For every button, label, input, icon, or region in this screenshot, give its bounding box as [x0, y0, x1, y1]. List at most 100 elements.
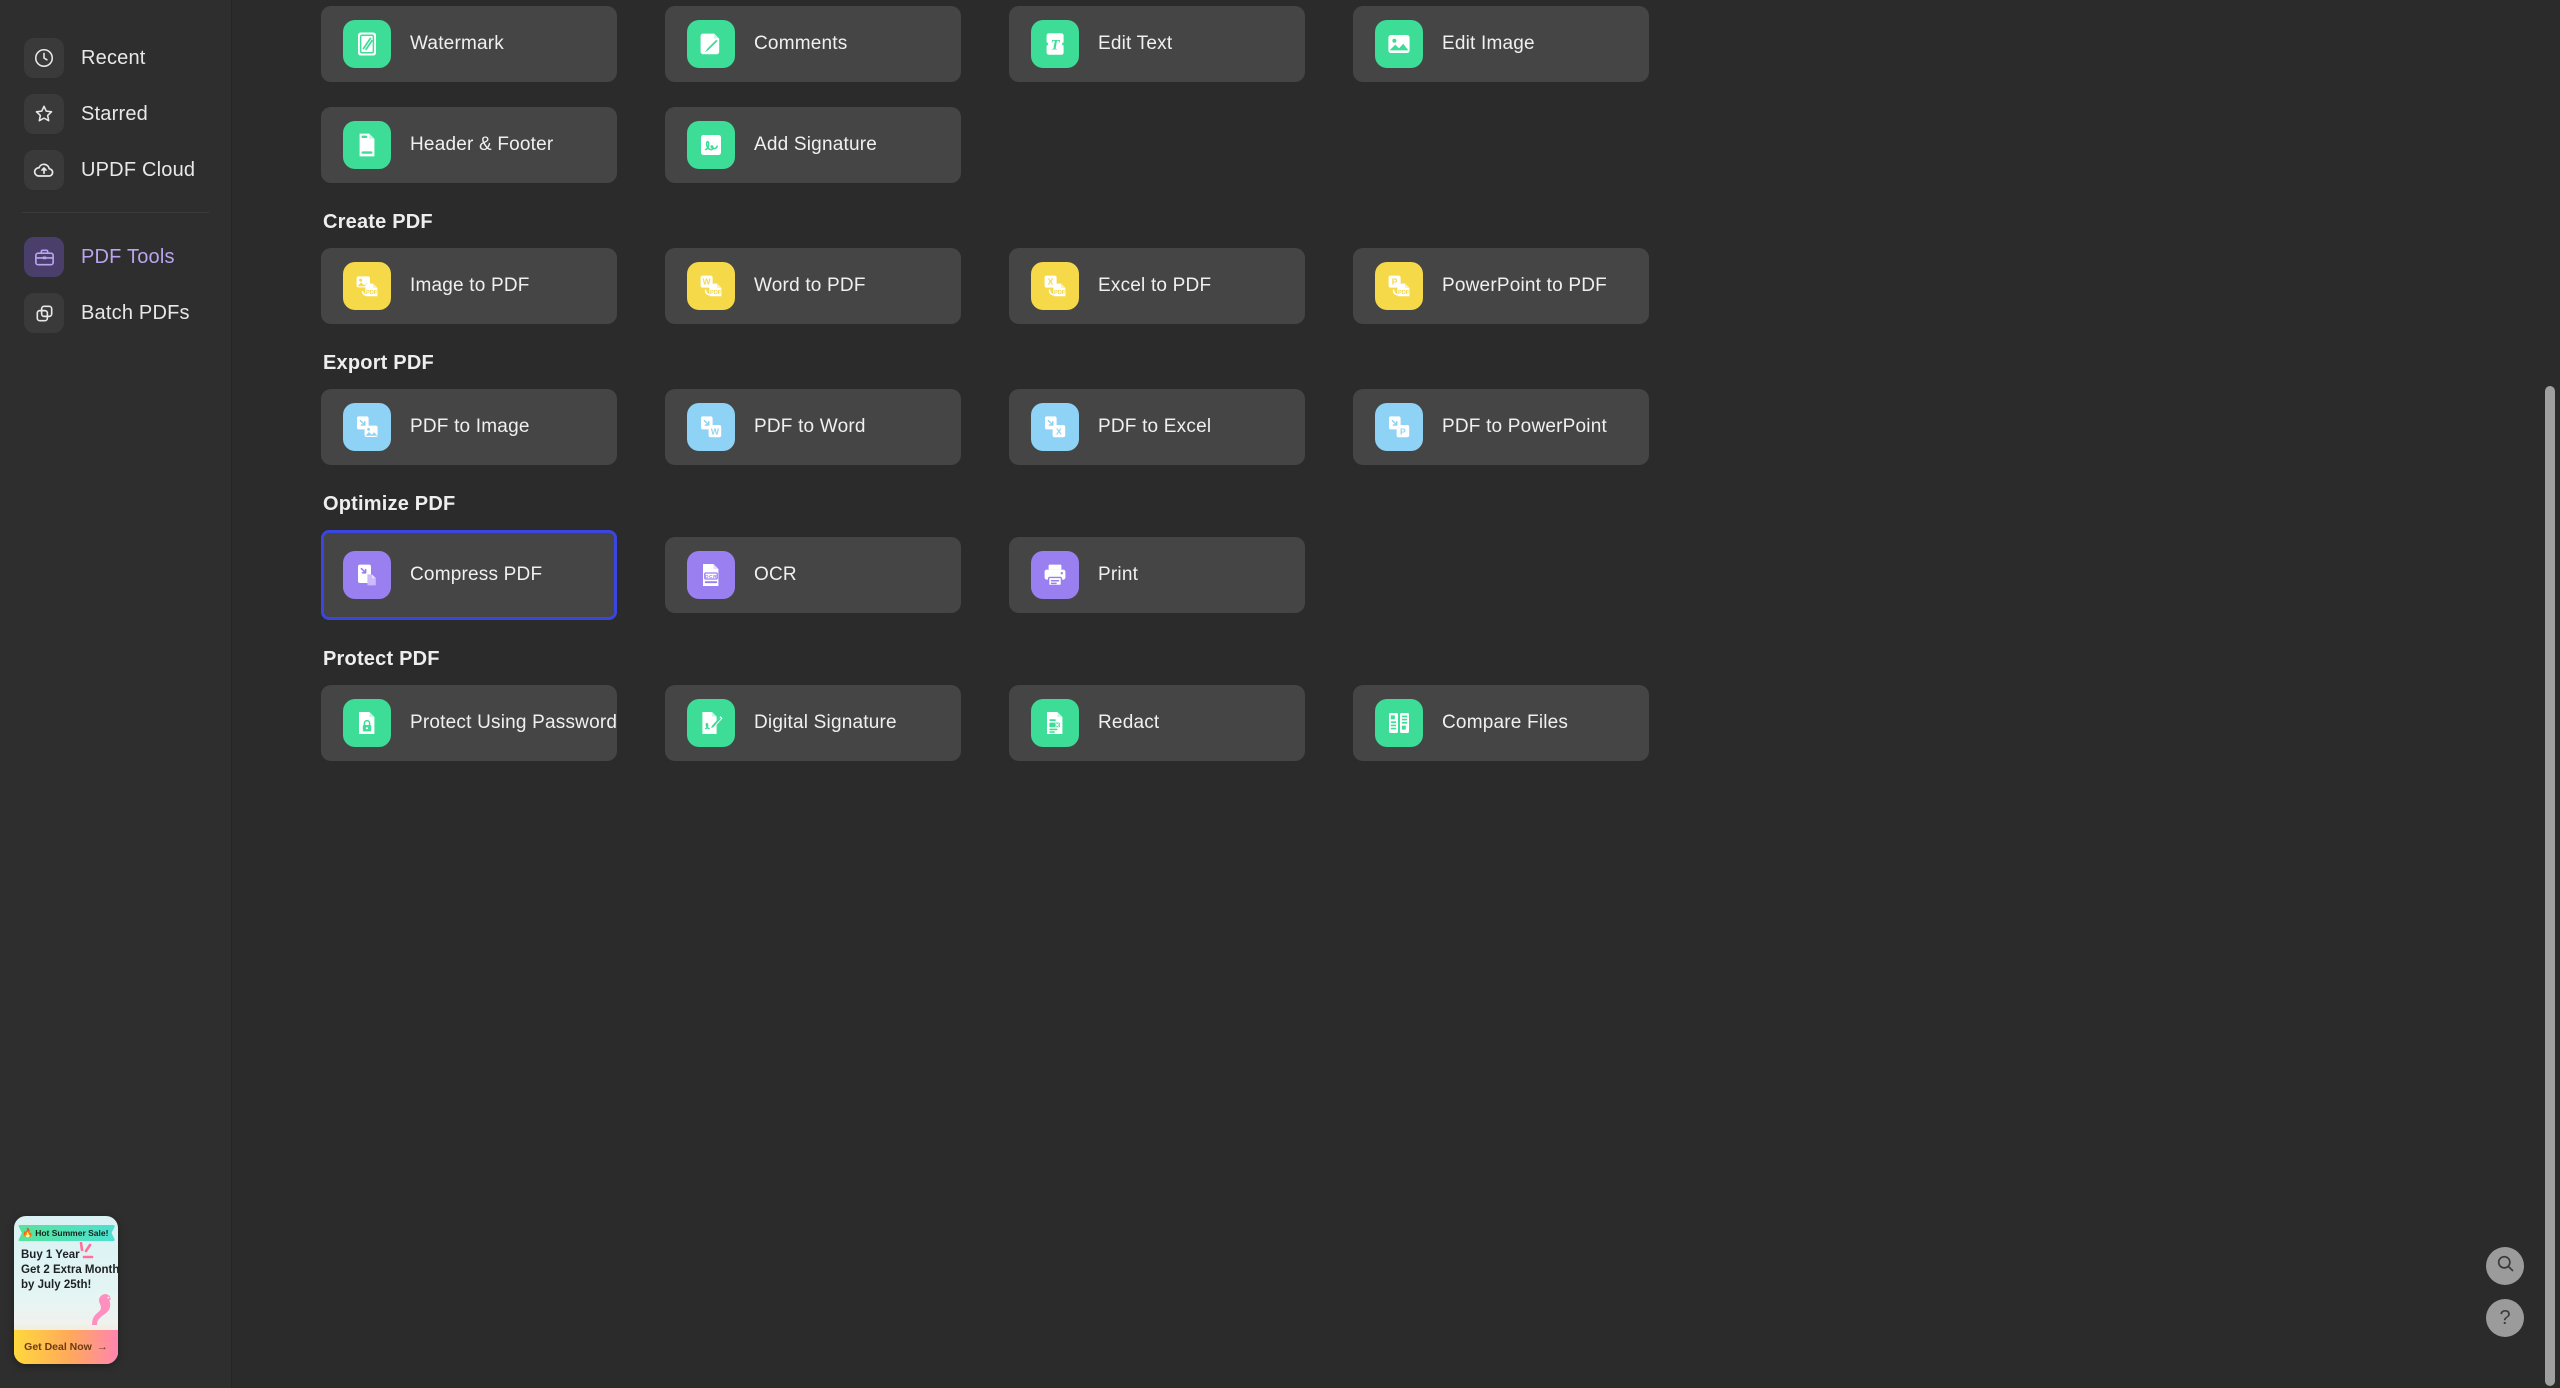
watermark-icon [343, 20, 391, 68]
tool-card-label: OCR [754, 564, 797, 586]
svg-text:PDF: PDF [1398, 290, 1410, 296]
tool-card-word-to-pdf[interactable]: W PDF Word to PDF [665, 248, 961, 324]
scrollbar-thumb[interactable] [2545, 386, 2555, 1386]
tools-grid-optimize-pdf: Compress PDF OCR OCR [321, 530, 2480, 620]
tool-card-digital-signature[interactable]: Digital Signature [665, 685, 961, 761]
tool-card-label: Add Signature [754, 134, 877, 156]
tool-card-label: Protect Using Password [410, 712, 617, 734]
pdf-to-word-icon: W [687, 403, 735, 451]
tool-card-edit-image[interactable]: Edit Image [1353, 6, 1649, 82]
promo-cta-button[interactable]: Get Deal Now → [14, 1330, 118, 1364]
svg-text:P: P [1392, 276, 1398, 286]
image-to-pdf-icon: PDF [343, 262, 391, 310]
svg-text:P: P [1400, 426, 1406, 436]
arrow-right-icon: → [97, 1341, 108, 1353]
tool-card-label: Compress PDF [410, 564, 542, 586]
pdf-to-excel-icon: X [1031, 403, 1079, 451]
tool-card-pdf-to-excel[interactable]: X PDF to Excel [1009, 389, 1305, 465]
tool-card-label: PDF to PowerPoint [1442, 416, 1607, 438]
tool-card-label: Digital Signature [754, 712, 897, 734]
tool-card-protect-using-password[interactable]: Protect Using Password [321, 685, 617, 761]
edit-image-icon [1375, 20, 1423, 68]
tool-card-pdf-to-word[interactable]: W PDF to Word [665, 389, 961, 465]
layers-icon [24, 293, 64, 333]
help-button[interactable]: ? [2486, 1299, 2524, 1337]
tool-card-ocr[interactable]: OCR OCR [665, 537, 961, 613]
tool-card-powerpoint-to-pdf[interactable]: P PDF PowerPoint to PDF [1353, 248, 1649, 324]
tool-card-label: Edit Image [1442, 33, 1535, 55]
tool-card-label: Compare Files [1442, 712, 1568, 734]
tool-card-label: Header & Footer [410, 134, 553, 156]
tool-card-print[interactable]: Print [1009, 537, 1305, 613]
compare-files-icon [1375, 699, 1423, 747]
tool-card-label: Comments [754, 33, 847, 55]
tools-grid-edit-pdf: Watermark Comments [321, 6, 2480, 183]
section-title-optimize-pdf: Optimize PDF [323, 493, 2480, 516]
search-button[interactable] [2486, 1247, 2524, 1285]
sidebar-item-label: UPDF Cloud [81, 159, 195, 182]
tool-card-label: Word to PDF [754, 275, 866, 297]
tool-card-label: Image to PDF [410, 275, 530, 297]
header-footer-icon [343, 121, 391, 169]
star-icon [24, 94, 64, 134]
question-mark-icon: ? [2499, 1307, 2510, 1330]
sidebar-item-recent[interactable]: Recent [18, 30, 213, 86]
pdf-tools-panel: Watermark Comments [232, 0, 2560, 1388]
pdf-to-powerpoint-icon: P [1375, 403, 1423, 451]
svg-text:T: T [1051, 38, 1061, 54]
sidebar-item-batch-pdfs[interactable]: Batch PDFs [18, 285, 213, 341]
section-title-protect-pdf: Protect PDF [323, 648, 2480, 671]
tool-card-header-footer[interactable]: Header & Footer [321, 107, 617, 183]
edit-text-icon: T [1031, 20, 1079, 68]
promo-banner[interactable]: 🔥 Hot Summer Sale! Buy 1 Year Get 2 Extr… [14, 1216, 118, 1364]
cloud-icon [24, 150, 64, 190]
svg-text:OCR: OCR [705, 574, 717, 580]
toolbox-icon [24, 237, 64, 277]
section-title-export-pdf: Export PDF [323, 352, 2480, 375]
svg-text:PDF: PDF [366, 290, 378, 296]
tool-card-excel-to-pdf[interactable]: X PDF Excel to PDF [1009, 248, 1305, 324]
promo-line-2: Get 2 Extra Months [21, 1263, 112, 1278]
sidebar-item-starred[interactable]: Starred [18, 86, 213, 142]
tool-card-label: PDF to Image [410, 416, 530, 438]
updf-window: Recent Starred UPDF Cloud [0, 0, 2560, 1388]
tool-card-label: PDF to Word [754, 416, 866, 438]
tool-card-image-to-pdf[interactable]: PDF Image to PDF [321, 248, 617, 324]
tool-card-watermark[interactable]: Watermark [321, 6, 617, 82]
tool-card-label: Print [1098, 564, 1138, 586]
tools-grid-protect-pdf: Protect Using Password Digital Signature [321, 685, 2480, 761]
flame-icon: 🔥 [22, 1229, 33, 1238]
tool-card-add-signature[interactable]: Add Signature [665, 107, 961, 183]
tool-card-pdf-to-image[interactable]: PDF to Image [321, 389, 617, 465]
tool-card-edit-text[interactable]: T Edit Text [1009, 6, 1305, 82]
svg-text:PDF: PDF [710, 290, 722, 296]
word-to-pdf-icon: W PDF [687, 262, 735, 310]
sidebar-item-label: Batch PDFs [81, 302, 190, 325]
tool-card-label: Edit Text [1098, 33, 1172, 55]
clock-icon [24, 38, 64, 78]
tool-card-label: PowerPoint to PDF [1442, 275, 1607, 297]
flamingo-icon [82, 1288, 116, 1334]
promo-cta-label: Get Deal Now [24, 1341, 92, 1353]
tool-card-compare-files[interactable]: Compare Files [1353, 685, 1649, 761]
tool-card-comments[interactable]: Comments [665, 6, 961, 82]
tool-card-pdf-to-powerpoint[interactable]: P PDF to PowerPoint [1353, 389, 1649, 465]
sidebar-item-label: PDF Tools [81, 246, 175, 269]
tool-card-label: PDF to Excel [1098, 416, 1211, 438]
pdf-to-image-icon [343, 403, 391, 451]
password-lock-icon [343, 699, 391, 747]
print-icon [1031, 551, 1079, 599]
svg-text:X: X [1056, 426, 1062, 436]
sidebar-item-pdf-tools[interactable]: PDF Tools [18, 229, 213, 285]
section-title-create-pdf: Create PDF [323, 211, 2480, 234]
promo-ribbon-label: Hot Summer Sale! [35, 1228, 108, 1238]
sidebar: Recent Starred UPDF Cloud [0, 0, 232, 1388]
tool-card-compress-pdf[interactable]: Compress PDF [321, 530, 617, 620]
vertical-scrollbar[interactable] [2543, 0, 2557, 1388]
signature-icon [687, 121, 735, 169]
tools-grid-create-pdf: PDF Image to PDF W PDF [321, 248, 2480, 324]
svg-text:PDF: PDF [1054, 290, 1066, 296]
tool-card-redact[interactable]: Redact [1009, 685, 1305, 761]
sidebar-item-updf-cloud[interactable]: UPDF Cloud [18, 142, 213, 198]
sidebar-divider [22, 212, 209, 213]
